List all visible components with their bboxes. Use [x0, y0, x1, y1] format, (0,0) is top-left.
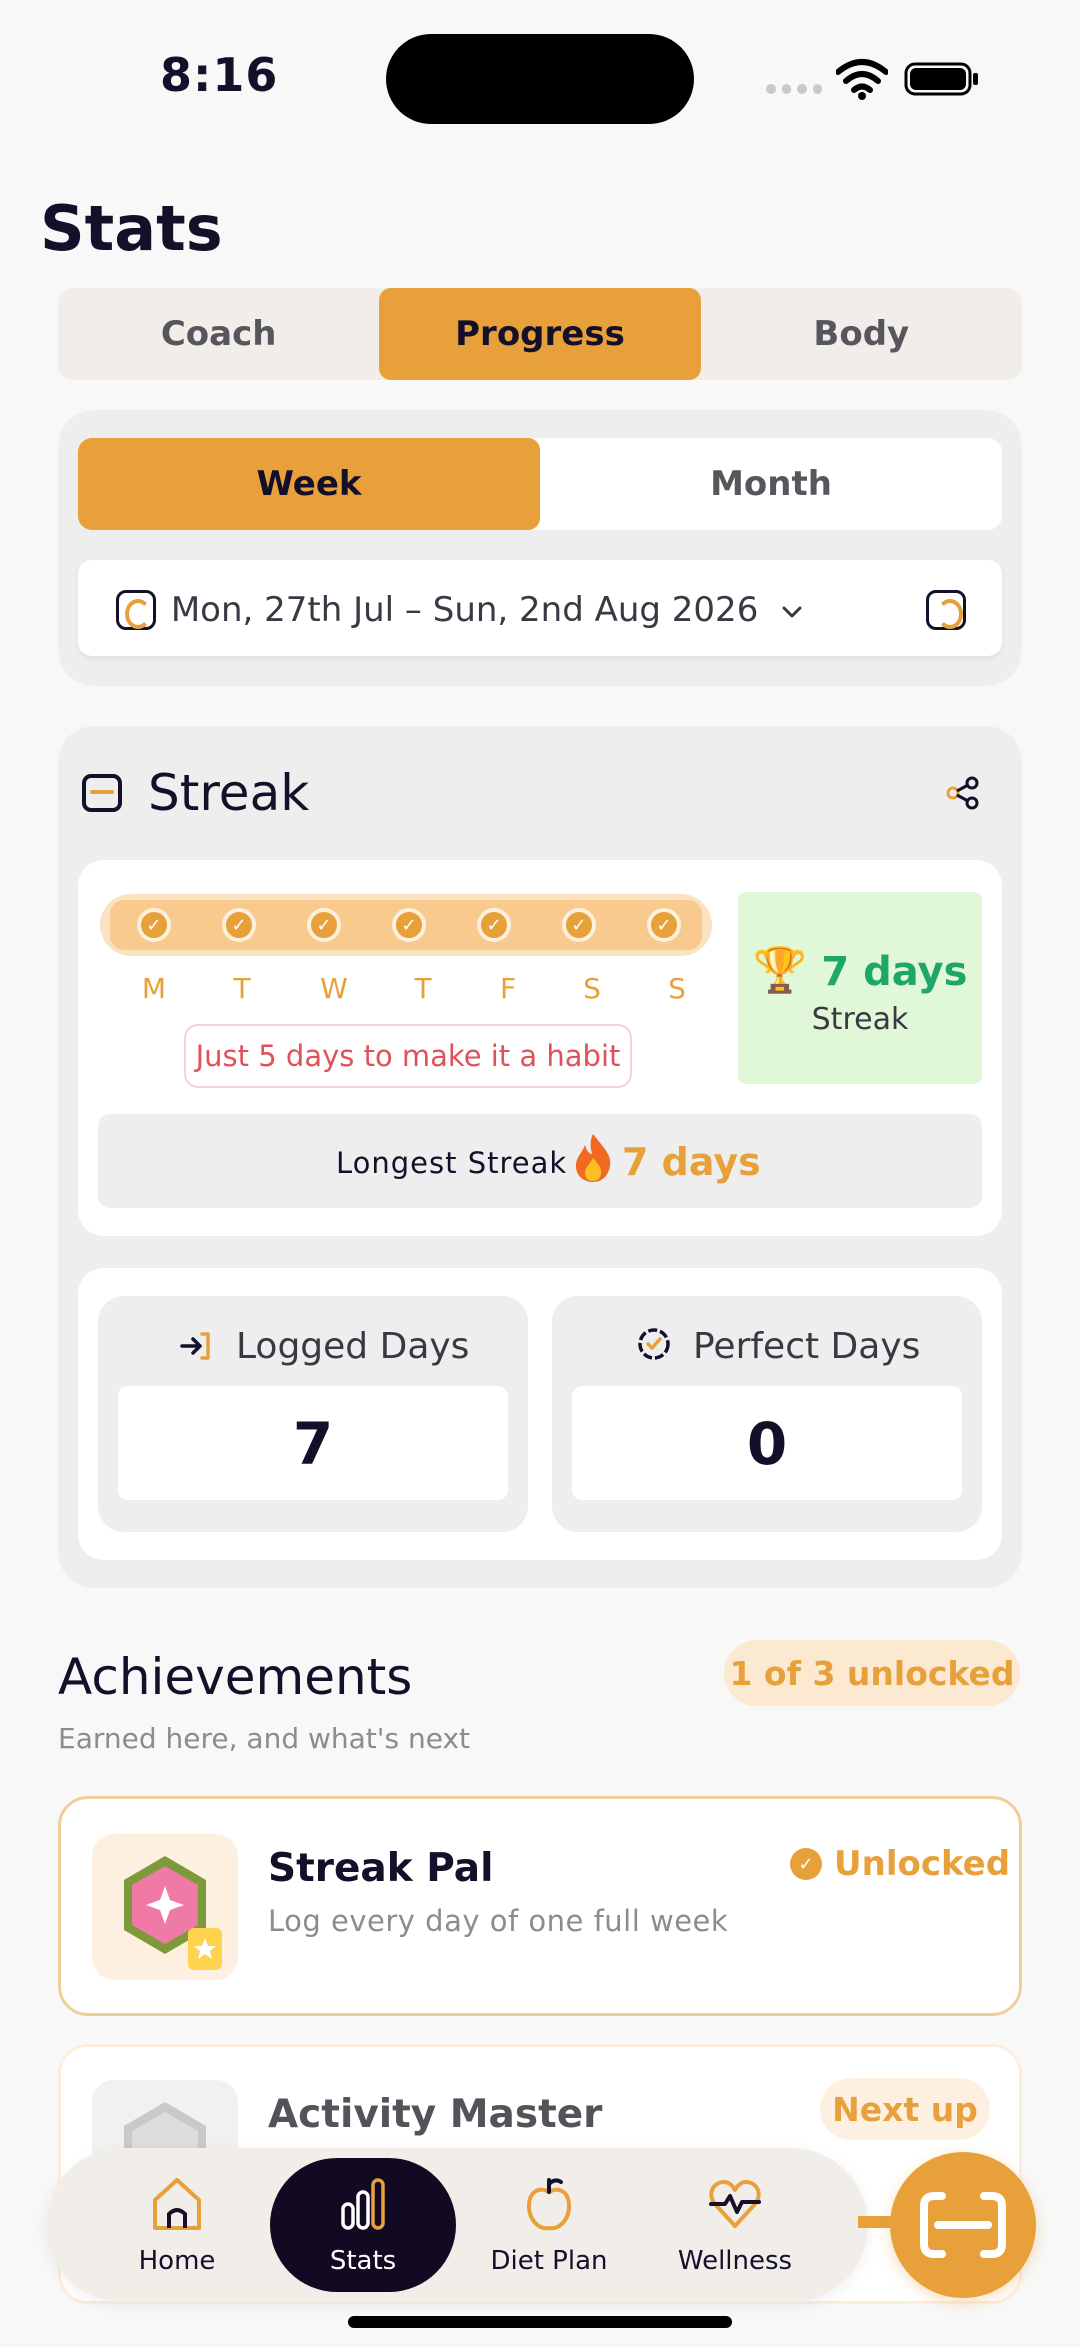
perfect-days-value: 0: [746, 1410, 788, 1478]
achievements-progress-badge: 1 of 3 unlocked: [724, 1640, 1020, 1706]
wifi-icon: [836, 59, 888, 100]
day-check-icon: ✓: [392, 908, 426, 942]
nav-label: Home: [138, 2246, 216, 2276]
achievement-name: Streak Pal: [268, 1846, 494, 1891]
streak-title: Streak: [148, 764, 310, 822]
home-icon: [153, 2178, 201, 2230]
achievement-status: Next up: [820, 2078, 990, 2140]
dynamic-island: [386, 34, 694, 124]
hexagon-badge-icon: [124, 1856, 222, 1970]
achievement-name: Activity Master: [268, 2092, 603, 2137]
previous-week-button[interactable]: [116, 590, 156, 630]
achievement-description: Log every day of one full week: [268, 1904, 729, 1938]
calendar-icon: [82, 774, 122, 812]
battery-icon: [904, 62, 978, 96]
nav-stats[interactable]: Stats: [270, 2148, 456, 2302]
day-label: S: [668, 972, 686, 1005]
date-range-label[interactable]: Mon, 27th Jul – Sun, 2nd Aug 2026: [168, 590, 808, 630]
day-check-icon: ✓: [562, 908, 596, 942]
page-title: Stats: [40, 192, 223, 265]
nav-home[interactable]: Home: [84, 2148, 270, 2302]
current-streak-value: 🏆 7 days: [738, 944, 982, 996]
nav-wellness[interactable]: Wellness: [642, 2148, 828, 2302]
day-label: T: [233, 972, 251, 1005]
tab-body[interactable]: Body: [701, 288, 1022, 380]
longest-streak-label: Longest Streak: [336, 1146, 568, 1180]
trophy-icon: 🏆: [752, 945, 808, 996]
period-month-button[interactable]: Month: [540, 438, 1002, 530]
login-icon: [180, 1332, 210, 1360]
flame-icon: [576, 1134, 611, 1182]
date-range-text: Mon, 27th Jul – Sun, 2nd Aug 2026: [170, 590, 759, 630]
home-indicator: [348, 2316, 732, 2328]
habit-note: Just 5 days to make it a habit: [184, 1024, 632, 1088]
achievements-subtitle: Earned here, and what's next: [58, 1722, 470, 1755]
day-check-icon: ✓: [307, 908, 341, 942]
day-label: F: [499, 972, 517, 1005]
logged-days-label: Logged Days: [236, 1326, 470, 1367]
perfect-days-label: Perfect Days: [693, 1326, 921, 1367]
scan-button[interactable]: [890, 2152, 1036, 2298]
day-label: M: [141, 972, 167, 1005]
status-time: 8:16: [160, 48, 279, 102]
stats-tabs: Coach Progress Body: [58, 288, 1022, 380]
badge-check-icon: [638, 1328, 670, 1360]
day-check-icon: ✓: [477, 908, 511, 942]
day-label: S: [583, 972, 601, 1005]
stats-icon: [341, 2178, 385, 2230]
period-week-button[interactable]: Week: [78, 438, 540, 530]
chevron-down-icon: [782, 606, 802, 617]
scan-icon: [920, 2192, 1006, 2258]
tab-progress[interactable]: Progress: [379, 288, 701, 380]
achievements-title: Achievements: [58, 1648, 413, 1706]
next-week-button[interactable]: [926, 590, 966, 630]
day-label: W: [320, 972, 348, 1005]
nav-label: Wellness: [677, 2246, 793, 2276]
logged-days-value: 7: [292, 1410, 334, 1478]
signal-icon: [766, 84, 822, 96]
day-check-icon: ✓: [647, 908, 681, 942]
nav-label: Diet Plan: [490, 2246, 608, 2276]
day-label: T: [414, 972, 432, 1005]
heart-pulse-icon: [709, 2180, 761, 2228]
tab-coach[interactable]: Coach: [58, 288, 379, 380]
day-check-icon: ✓: [222, 908, 256, 942]
share-icon[interactable]: [946, 776, 980, 810]
current-streak-number: 7 days: [821, 949, 968, 995]
apple-icon: [526, 2178, 572, 2231]
period-toggle: Week Month: [78, 438, 1002, 530]
achievement-status: Unlocked: [834, 1844, 1011, 1884]
check-circle-icon: ✓: [790, 1848, 822, 1880]
day-check-icon: ✓: [137, 908, 171, 942]
current-streak-label: Streak: [811, 1002, 909, 1037]
longest-streak-value: 7 days: [622, 1140, 761, 1184]
nav-label: Stats: [329, 2246, 397, 2276]
nav-diet-plan[interactable]: Diet Plan: [456, 2148, 642, 2302]
achievement-icon-box: [92, 1834, 238, 1980]
